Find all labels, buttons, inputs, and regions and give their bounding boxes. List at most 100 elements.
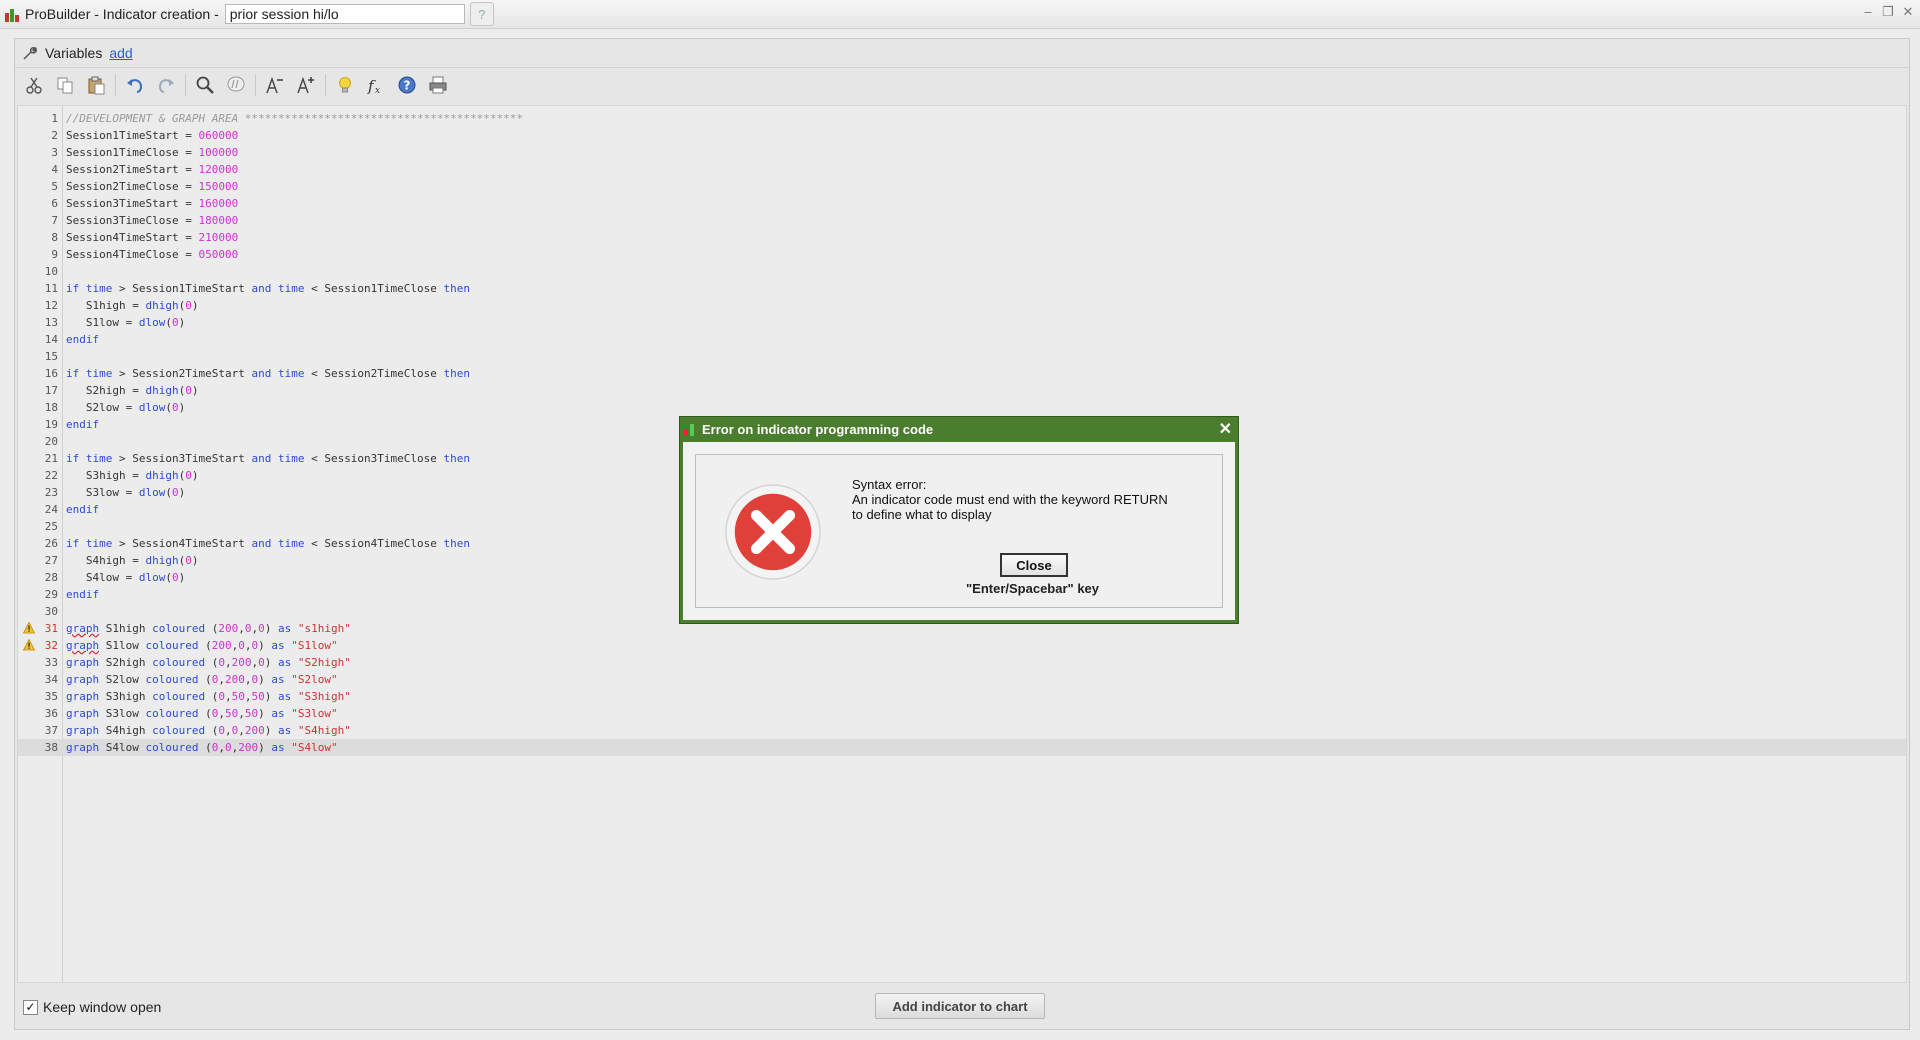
line-number: 25 bbox=[44, 520, 58, 533]
print-icon[interactable] bbox=[425, 72, 451, 98]
line-number: 24 bbox=[44, 503, 58, 516]
line-number: 31 bbox=[44, 622, 58, 635]
code-line[interactable]: 4 Session2TimeStart = 120000 bbox=[18, 161, 1906, 178]
line-number: 13 bbox=[44, 316, 58, 329]
cut-icon[interactable] bbox=[21, 72, 47, 98]
code-line[interactable]: 11 if time > Session1TimeStart and time <… bbox=[18, 280, 1906, 297]
code-text: if time > Session2TimeStart and time < S… bbox=[66, 367, 471, 380]
line-number: 17 bbox=[44, 384, 58, 397]
code-line[interactable]: 10 bbox=[18, 263, 1906, 280]
undo-icon[interactable] bbox=[122, 72, 148, 98]
line-number: 10 bbox=[44, 265, 58, 278]
code-text: S2high = dhigh(0) bbox=[66, 384, 199, 397]
redo-icon[interactable] bbox=[153, 72, 179, 98]
code-text: if time > Session1TimeStart and time < S… bbox=[66, 282, 471, 295]
code-text: S3high = dhigh(0) bbox=[66, 469, 199, 482]
copy-icon[interactable] bbox=[52, 72, 78, 98]
paste-icon[interactable] bbox=[83, 72, 109, 98]
code-text: S1low = dlow(0) bbox=[66, 316, 186, 329]
variables-bar: Variables add bbox=[15, 39, 1909, 67]
toolbar-separator bbox=[185, 74, 186, 96]
dialog-title-bar: Error on indicator programming code ✕ bbox=[680, 417, 1238, 441]
search-icon[interactable] bbox=[192, 72, 218, 98]
indicator-name-input[interactable] bbox=[224, 4, 465, 24]
keep-window-open-checkbox[interactable]: ✓ Keep window open bbox=[23, 999, 161, 1015]
increase-font-icon[interactable] bbox=[293, 72, 319, 98]
variables-add-link[interactable]: add bbox=[109, 45, 132, 61]
help-icon[interactable]: ? bbox=[469, 2, 494, 26]
minimize-icon[interactable]: – bbox=[1862, 4, 1874, 20]
code-line[interactable]: 36 graph S3low coloured (0,50,50) as "S3l… bbox=[18, 705, 1906, 722]
code-text: S4low = dlow(0) bbox=[66, 571, 186, 584]
error-line-1: An indicator code must end with the keyw… bbox=[852, 492, 1168, 507]
code-line[interactable]: 17 S2high = dhigh(0) bbox=[18, 382, 1906, 399]
code-line[interactable]: 3 Session1TimeClose = 100000 bbox=[18, 144, 1906, 161]
code-line[interactable]: 14 endif bbox=[18, 331, 1906, 348]
line-number: 37 bbox=[44, 724, 58, 737]
code-line[interactable]: 37 graph S4high coloured (0,0,200) as "S4… bbox=[18, 722, 1906, 739]
code-line[interactable]: 7 Session3TimeClose = 180000 bbox=[18, 212, 1906, 229]
code-text: //DEVELOPMENT & GRAPH AREA *************… bbox=[66, 112, 523, 125]
line-number: 19 bbox=[44, 418, 58, 431]
line-number: 38 bbox=[44, 741, 58, 754]
error-dialog: Error on indicator programming code ✕ Sy… bbox=[679, 416, 1239, 624]
code-text: Session3TimeStart = 160000 bbox=[66, 197, 239, 210]
toolbar-separator bbox=[325, 74, 326, 96]
add-indicator-button[interactable]: Add indicator to chart bbox=[875, 993, 1045, 1019]
code-text: endif bbox=[66, 503, 100, 516]
error-message: Syntax error: An indicator code must end… bbox=[852, 477, 1168, 522]
code-line[interactable]: 32 graph S1low coloured (200,0,0) as "S1l… bbox=[18, 637, 1906, 654]
code-line[interactable]: 13 S1low = dlow(0) bbox=[18, 314, 1906, 331]
line-number: 9 bbox=[51, 248, 58, 261]
line-number: 18 bbox=[44, 401, 58, 414]
line-number: 20 bbox=[44, 435, 58, 448]
code-line[interactable]: 2 Session1TimeStart = 060000 bbox=[18, 127, 1906, 144]
code-line[interactable]: 12 S1high = dhigh(0) bbox=[18, 297, 1906, 314]
code-text: Session4TimeStart = 210000 bbox=[66, 231, 239, 244]
code-line[interactable]: 15 bbox=[18, 348, 1906, 365]
close-button[interactable]: Close bbox=[1000, 553, 1068, 577]
key-hint: "Enter/Spacebar" key bbox=[966, 581, 1100, 596]
code-text: endif bbox=[66, 418, 100, 431]
line-number: 33 bbox=[44, 656, 58, 669]
line-number: 27 bbox=[44, 554, 58, 567]
line-number: 15 bbox=[44, 350, 58, 363]
error-icon bbox=[725, 484, 821, 580]
line-number: 23 bbox=[44, 486, 58, 499]
code-line[interactable]: 1 //DEVELOPMENT & GRAPH AREA ************… bbox=[18, 110, 1906, 127]
title-bar: ProBuilder - Indicator creation - ? – ❐ … bbox=[0, 0, 1920, 29]
code-line[interactable]: 5 Session2TimeClose = 150000 bbox=[18, 178, 1906, 195]
lightbulb-icon[interactable] bbox=[332, 72, 358, 98]
code-line[interactable]: 18 S2low = dlow(0) bbox=[18, 399, 1906, 416]
line-number: 2 bbox=[51, 129, 58, 142]
code-line[interactable]: 9 Session4TimeClose = 050000 bbox=[18, 246, 1906, 263]
help-icon[interactable]: ? bbox=[394, 72, 420, 98]
decrease-font-icon[interactable] bbox=[262, 72, 288, 98]
close-window-icon[interactable]: ✕ bbox=[1902, 4, 1914, 20]
dialog-close-icon[interactable]: ✕ bbox=[1219, 419, 1232, 439]
code-line[interactable]: 34 graph S2low coloured (0,200,0) as "S2l… bbox=[18, 671, 1906, 688]
function-icon[interactable]: fx bbox=[363, 72, 389, 98]
code-text: S4high = dhigh(0) bbox=[66, 554, 199, 567]
window-title: ProBuilder - Indicator creation - bbox=[25, 6, 219, 22]
toolbar-separator bbox=[115, 74, 116, 96]
comment-icon[interactable] bbox=[223, 72, 249, 98]
code-line[interactable]: 8 Session4TimeStart = 210000 bbox=[18, 229, 1906, 246]
code-text: graph S1high coloured (200,0,0) as "s1hi… bbox=[66, 622, 351, 635]
code-text: Session3TimeClose = 180000 bbox=[66, 214, 239, 227]
code-line[interactable]: 35 graph S3high coloured (0,50,50) as "S3… bbox=[18, 688, 1906, 705]
code-line[interactable]: 16 if time > Session2TimeStart and time <… bbox=[18, 365, 1906, 382]
line-number: 35 bbox=[44, 690, 58, 703]
line-number: 34 bbox=[44, 673, 58, 686]
restore-icon[interactable]: ❐ bbox=[1882, 4, 1894, 20]
checkbox-box[interactable]: ✓ bbox=[23, 999, 38, 1015]
svg-text:x: x bbox=[375, 86, 380, 95]
code-line[interactable]: 38 graph S4low coloured (0,0,200) as "S4l… bbox=[18, 739, 1906, 756]
code-text: S2low = dlow(0) bbox=[66, 401, 186, 414]
code-line[interactable]: 33 graph S2high coloured (0,200,0) as "S2… bbox=[18, 654, 1906, 671]
line-number: 4 bbox=[51, 163, 58, 176]
line-number: 7 bbox=[51, 214, 58, 227]
line-number: 36 bbox=[44, 707, 58, 720]
code-line[interactable]: 6 Session3TimeStart = 160000 bbox=[18, 195, 1906, 212]
line-number: 32 bbox=[44, 639, 58, 652]
